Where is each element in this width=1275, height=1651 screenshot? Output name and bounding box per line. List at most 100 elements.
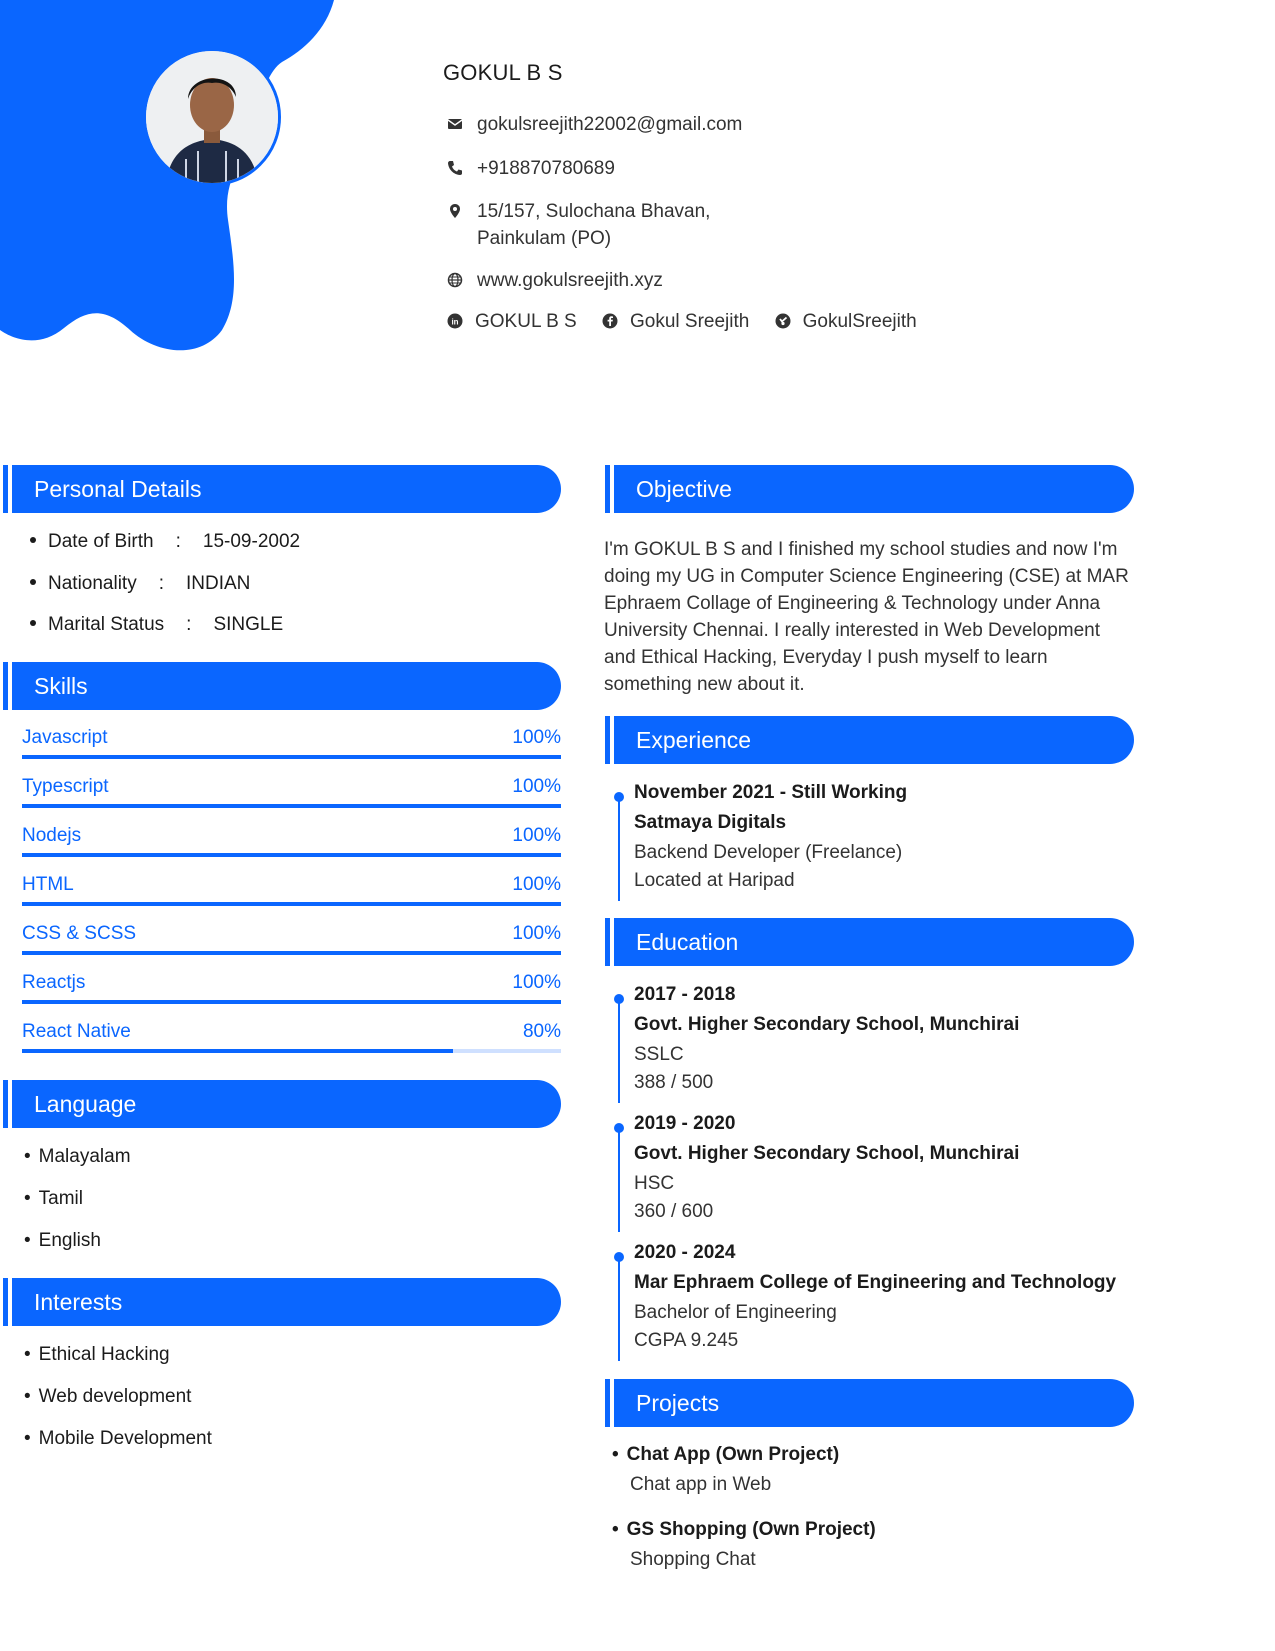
profile-photo [143,48,281,186]
education-org: Govt. Higher Secondary School, Munchirai [634,1143,1020,1164]
timeline-dot [614,792,624,802]
candidate-name: GOKUL B S [443,60,563,85]
timeline-dot [614,994,624,1004]
skill-bar [22,755,561,759]
skill-bar [22,804,561,808]
skill-bar [22,853,561,857]
education-role: SSLC [634,1044,684,1065]
skill-percent: 100% [512,727,561,748]
education-org: Govt. Higher Secondary School, Munchirai [634,1014,1020,1035]
project-item: • GS Shopping (Own Project) Shopping Chat [612,1519,876,1570]
mail-icon [447,116,463,132]
objective-text: I'm GOKUL B S and I finished my school s… [604,539,1129,695]
skill-name: HTML [22,874,74,895]
phone-text[interactable]: +918870780689 [477,158,615,179]
education-org: Mar Ephraem College of Engineering and T… [634,1272,1117,1293]
globe-icon [447,272,463,288]
education-role: Bachelor of Engineering [634,1302,837,1323]
interest-item: • Mobile Development [24,1428,212,1449]
education-header: Education [605,918,1134,966]
marital-status-row: Marital Status: SINGLE [30,614,283,636]
marital-status-sep: : [186,614,192,635]
dob-value: 15-09-2002 [202,531,301,552]
dob-label: Date of Birth [48,531,154,552]
skill-name: React Native [22,1021,131,1042]
experience-period: November 2021 - Still Working [634,782,908,803]
education-role: HSC [634,1173,675,1194]
education-period: 2020 - 2024 [634,1242,736,1263]
address-line1: 15/157, Sulochana Bhavan, [477,201,711,222]
timeline-line [618,1127,620,1232]
skill-percent: 80% [522,1021,561,1042]
language-item: • Malayalam [24,1146,131,1167]
skill-bar-fill [22,804,561,808]
language-item: • Tamil [24,1188,83,1209]
experience-role: Backend Developer (Freelance) [634,842,903,863]
project-item: • Chat App (Own Project) Chat app in Web [612,1444,840,1495]
person-avatar-icon [146,51,278,183]
facebook-icon [602,313,618,329]
skill-percent: 100% [512,825,561,846]
skill-bar-fill [22,853,561,857]
skill-bar [22,951,561,955]
timeline-line [618,1256,620,1361]
phone-icon [447,160,463,176]
skill-bar-fill [22,902,561,906]
social-linkedin-label[interactable]: GOKUL B S [475,311,577,332]
social-linkedin[interactable]: in GOKUL B S [447,311,577,333]
skill-javascript: Javascript 100% [22,727,561,767]
project-desc: Chat app in Web [630,1474,772,1495]
experience-detail: Located at Haripad [634,870,795,891]
skill-percent: 100% [512,923,561,944]
social-facebook-label[interactable]: Gokul Sreejith [630,311,749,332]
project-name: GS Shopping (Own Project) [626,1519,876,1540]
nationality-row: Nationality: INDIAN [30,573,250,595]
dob-sep: : [175,531,181,552]
interest-item: • Web development [24,1386,192,1407]
skill-name: Typescript [22,776,109,797]
website-link[interactable]: www.gokulsreejith.xyz [477,270,663,291]
interests-header: Interests [3,1278,561,1326]
phone-row[interactable]: +918870780689 [447,155,615,182]
skill-nodejs: Nodejs 100% [22,825,561,865]
decorative-blob [0,0,334,351]
skill-name: Reactjs [22,972,86,993]
language-item: • English [24,1230,101,1251]
skill-percent: 100% [512,972,561,993]
education-detail: 360 / 600 [634,1201,714,1222]
skill-css-scss: CSS & SCSS 100% [22,923,561,963]
social-github-label[interactable]: GokulSreejith [803,311,917,332]
email-text[interactable]: gokulsreejith22002@gmail.com [477,114,742,135]
svg-text:in: in [451,318,458,327]
social-facebook[interactable]: Gokul Sreejith [602,311,749,333]
education-period: 2019 - 2020 [634,1113,736,1134]
email-row[interactable]: gokulsreejith22002@gmail.com [447,111,742,138]
timeline-dot [614,1123,624,1133]
skill-bar-fill [22,755,561,759]
objective-header: Objective [605,465,1134,513]
marital-status-label: Marital Status [48,614,165,635]
timeline-line [618,796,620,901]
address-line2: Painkulam (PO) [477,228,612,249]
location-pin-icon [447,203,463,219]
interest-item: • Ethical Hacking [24,1344,170,1365]
timeline-dot [614,1252,624,1262]
linkedin-icon: in [447,313,463,329]
skill-html: HTML 100% [22,874,561,914]
project-name: Chat App (Own Project) [626,1444,840,1465]
personal-details-header: Personal Details [3,465,561,513]
dob-row: Date of Birth:15-09-2002 [30,531,300,553]
experience-header: Experience [605,716,1134,764]
skill-reactjs: Reactjs 100% [22,972,561,1012]
skill-bar-fill [22,1000,561,1004]
nationality-sep: : [158,573,164,594]
education-detail: CGPA 9.245 [634,1330,739,1351]
skill-typescript: Typescript 100% [22,776,561,816]
skill-react-native: React Native 80% [22,1021,561,1061]
skill-bar [22,902,561,906]
website-row[interactable]: www.gokulsreejith.xyz [447,267,663,294]
social-links: in GOKUL B S Gokul Sreejith GokulSreejith [447,311,937,333]
skill-name: Javascript [22,727,108,748]
social-github[interactable]: GokulSreejith [775,311,917,333]
language-header: Language [3,1080,561,1128]
